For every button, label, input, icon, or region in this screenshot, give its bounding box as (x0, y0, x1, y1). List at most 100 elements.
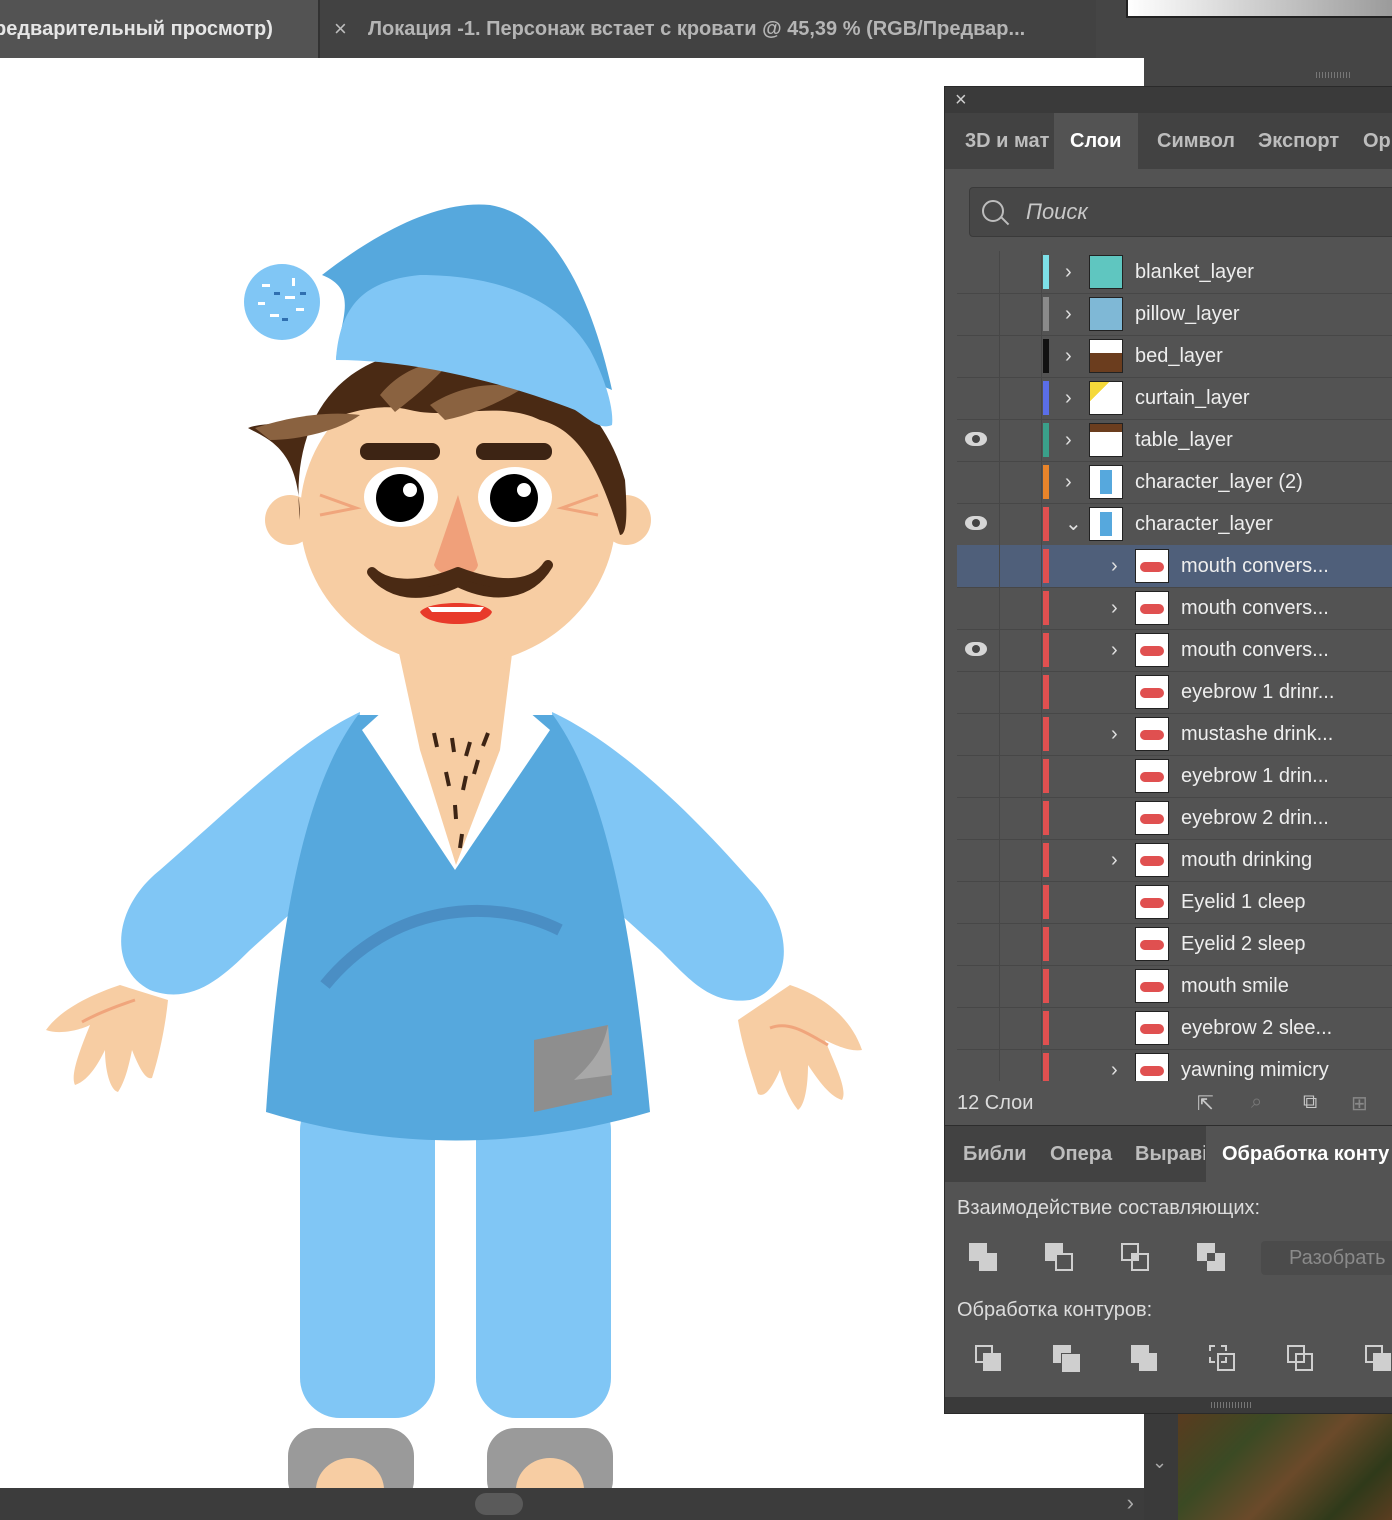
tab-align[interactable]: Выраві (1121, 1126, 1205, 1182)
panel-grip[interactable] (1316, 72, 1352, 78)
layer-name[interactable]: table_layer (1135, 419, 1233, 461)
layer-name[interactable]: eyebrow 2 drin... (1181, 797, 1329, 839)
layer-row[interactable]: › pillow_layer (957, 293, 1392, 336)
chevron-right-icon[interactable]: › (1127, 1490, 1134, 1516)
chevron-right-icon[interactable]: › (1065, 293, 1072, 335)
clip-mask-icon[interactable]: ⧉ (1303, 1091, 1325, 1113)
layer-row[interactable]: mouth smile (957, 965, 1392, 1008)
layer-name[interactable]: pillow_layer (1135, 293, 1240, 335)
right-scroll-strip[interactable]: ⌄ (1144, 1412, 1178, 1520)
chevron-down-icon[interactable]: ⌄ (1065, 503, 1082, 545)
doc-tab-inactive[interactable]: × Локация -1. Персонаж встает с кровати … (320, 0, 1096, 58)
crop-button[interactable] (1209, 1345, 1239, 1375)
chevron-right-icon[interactable]: › (1111, 1049, 1118, 1081)
layer-row[interactable]: eyebrow 2 slee... (957, 1007, 1392, 1050)
tab-libraries[interactable]: Библи (945, 1126, 1035, 1182)
lock-toggle[interactable] (999, 545, 1042, 587)
outline-button[interactable] (1287, 1345, 1317, 1375)
doc-tab-active[interactable]: редварительный просмотр) (0, 0, 318, 58)
tab-pathfinder[interactable]: Обработка конту (1206, 1126, 1392, 1182)
visibility-toggle[interactable] (957, 503, 1000, 545)
layer-row[interactable]: eyebrow 2 drin... (957, 797, 1392, 840)
lock-toggle[interactable] (999, 335, 1042, 377)
layer-row[interactable]: › curtain_layer (957, 377, 1392, 420)
layer-name[interactable]: character_layer (2) (1135, 461, 1303, 503)
lock-toggle[interactable] (999, 797, 1042, 839)
close-icon[interactable]: × (955, 89, 967, 112)
layer-row[interactable]: › character_layer (2) (957, 461, 1392, 504)
layer-row[interactable]: › mustashe drink... (957, 713, 1392, 756)
lock-toggle[interactable] (999, 923, 1042, 965)
chevron-right-icon[interactable]: › (1065, 419, 1072, 461)
lock-toggle[interactable] (999, 965, 1042, 1007)
unite-button[interactable] (969, 1243, 999, 1273)
gradient-swatch[interactable] (1126, 0, 1392, 18)
divide-button[interactable] (975, 1345, 1005, 1375)
layer-name[interactable]: mouth smile (1181, 965, 1289, 1007)
layer-row[interactable]: ⌄ character_layer (957, 503, 1392, 546)
tab-symbols[interactable]: Символ (1139, 113, 1241, 169)
lock-toggle[interactable] (999, 1007, 1042, 1049)
export-icon[interactable]: ⇱ (1197, 1091, 1219, 1115)
search-input[interactable]: Поиск (1026, 188, 1088, 236)
visibility-toggle[interactable] (957, 755, 1000, 797)
tab-operations[interactable]: Опера (1036, 1126, 1120, 1182)
new-sublayer-icon[interactable]: ⊞ (1351, 1091, 1373, 1115)
visibility-toggle[interactable] (957, 461, 1000, 503)
visibility-toggle[interactable] (957, 545, 1000, 587)
lock-toggle[interactable] (999, 629, 1042, 671)
layer-row[interactable]: › mouth drinking (957, 839, 1392, 882)
layer-row[interactable]: eyebrow 1 drinr... (957, 671, 1392, 714)
layer-row[interactable]: eyebrow 1 drin... (957, 755, 1392, 798)
visibility-toggle[interactable] (957, 587, 1000, 629)
exclude-button[interactable] (1197, 1243, 1227, 1273)
lock-toggle[interactable] (999, 293, 1042, 335)
horizontal-scrollbar[interactable]: › (0, 1488, 1144, 1520)
layer-name[interactable]: eyebrow 1 drinr... (1181, 671, 1334, 713)
minus-back-button[interactable] (1365, 1345, 1392, 1375)
layer-name[interactable]: eyebrow 2 slee... (1181, 1007, 1332, 1049)
lock-toggle[interactable] (999, 503, 1042, 545)
visibility-toggle[interactable] (957, 629, 1000, 671)
lock-toggle[interactable] (999, 881, 1042, 923)
layer-row[interactable]: › table_layer (957, 419, 1392, 462)
layer-name[interactable]: blanket_layer (1135, 251, 1254, 293)
layer-name[interactable]: mouth convers... (1181, 545, 1329, 587)
trim-button[interactable] (1053, 1345, 1083, 1375)
layer-row[interactable]: › mouth convers... (957, 629, 1392, 672)
lock-toggle[interactable] (999, 251, 1042, 293)
visibility-toggle[interactable] (957, 251, 1000, 293)
layer-row[interactable]: Eyelid 1 cleep (957, 881, 1392, 924)
visibility-toggle[interactable] (957, 1049, 1000, 1081)
chevron-right-icon[interactable]: › (1065, 461, 1072, 503)
lock-toggle[interactable] (999, 839, 1042, 881)
chevron-right-icon[interactable]: › (1111, 587, 1118, 629)
layer-name[interactable]: eyebrow 1 drin... (1181, 755, 1329, 797)
layer-row[interactable]: › mouth convers... (957, 545, 1392, 588)
layers-search[interactable]: Поиск (969, 187, 1392, 237)
visibility-toggle[interactable] (957, 797, 1000, 839)
layer-name[interactable]: Eyelid 1 cleep (1181, 881, 1306, 923)
expand-button[interactable]: Разобрать (1261, 1241, 1392, 1275)
tab-3d[interactable]: 3D и мат (945, 113, 1053, 169)
lock-toggle[interactable] (999, 377, 1042, 419)
scroll-thumb[interactable] (475, 1493, 523, 1515)
visibility-toggle[interactable] (957, 419, 1000, 461)
minus-front-button[interactable] (1045, 1243, 1075, 1273)
chevron-right-icon[interactable]: › (1111, 713, 1118, 755)
visibility-toggle[interactable] (957, 839, 1000, 881)
lock-toggle[interactable] (999, 713, 1042, 755)
lock-toggle[interactable] (999, 755, 1042, 797)
layer-name[interactable]: curtain_layer (1135, 377, 1250, 419)
chevron-right-icon[interactable]: › (1065, 251, 1072, 293)
layer-row[interactable]: › bed_layer (957, 335, 1392, 378)
chevron-down-icon[interactable]: ⌄ (1152, 1452, 1167, 1473)
layer-row[interactable]: › yawning mimicry (957, 1049, 1392, 1081)
lock-toggle[interactable] (999, 587, 1042, 629)
visibility-toggle[interactable] (957, 335, 1000, 377)
visibility-toggle[interactable] (957, 377, 1000, 419)
visibility-toggle[interactable] (957, 293, 1000, 335)
lock-toggle[interactable] (999, 671, 1042, 713)
chevron-right-icon[interactable]: › (1111, 629, 1118, 671)
visibility-toggle[interactable] (957, 923, 1000, 965)
